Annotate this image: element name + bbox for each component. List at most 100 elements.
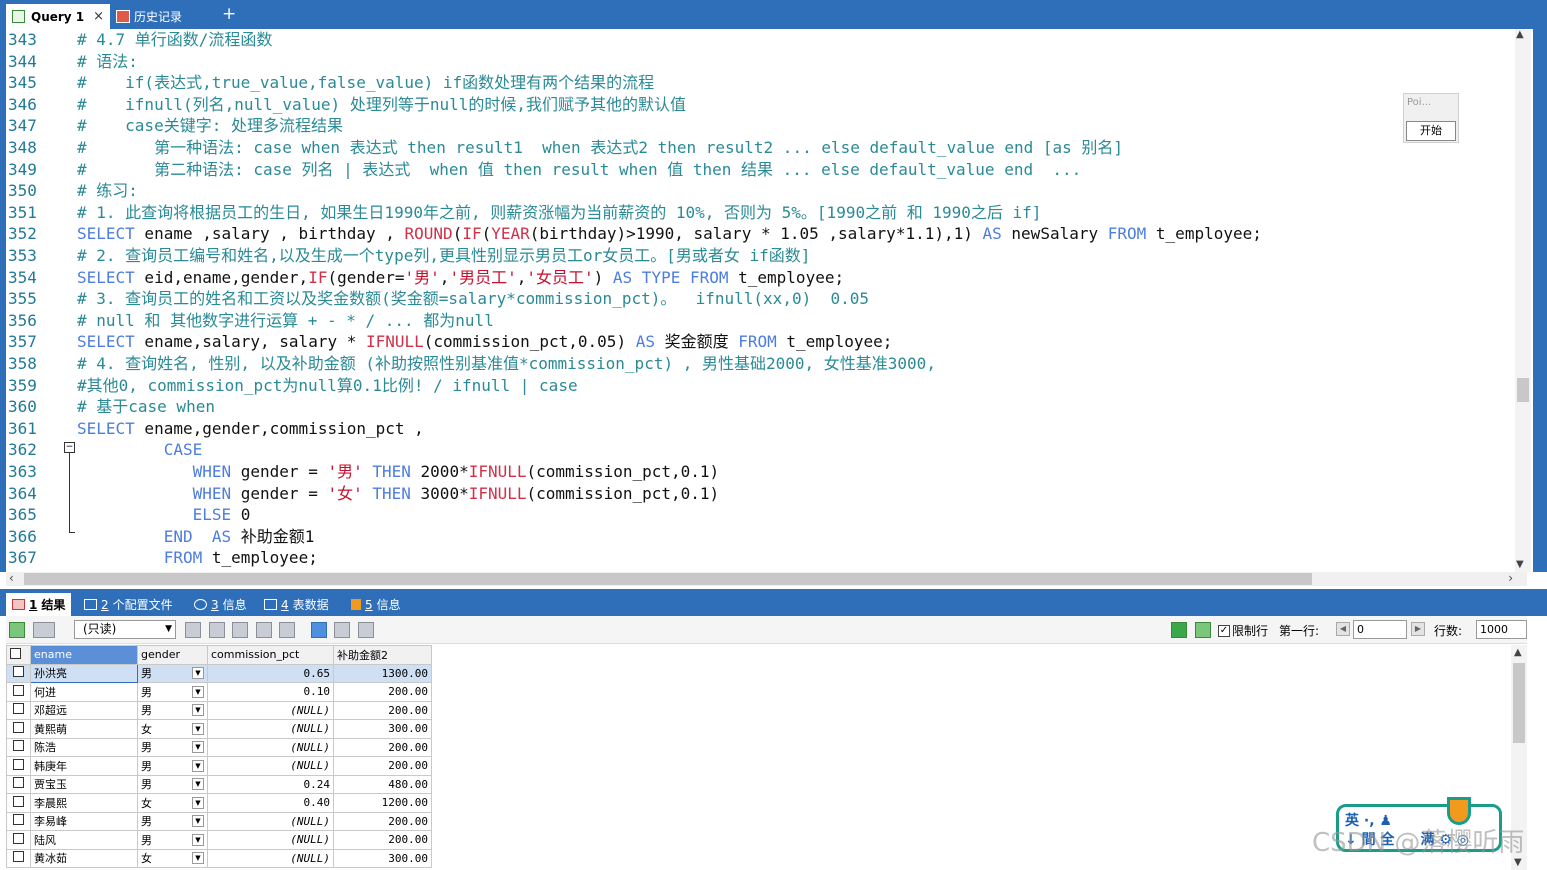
horizontal-scroll-thumb[interactable]: [24, 573, 1312, 585]
chevron-down-icon[interactable]: ▼: [192, 741, 204, 754]
cell-gender[interactable]: 男 ▼: [137, 811, 208, 831]
tab-query-1[interactable]: Query 1 ×: [6, 4, 110, 29]
code-line[interactable]: 361 SELECT ename,gender,commission_pct ,: [8, 418, 424, 440]
row-checkbox[interactable]: [6, 774, 31, 794]
cell-subsidy[interactable]: 200.00: [333, 682, 432, 702]
code-line[interactable]: 362 CASE: [8, 439, 202, 461]
code-line[interactable]: 349 # 第二种语法: case 列名 | 表达式 when 值 then re…: [8, 159, 1081, 181]
chevron-down-icon[interactable]: ▼: [192, 667, 204, 680]
editor-vertical-scrollbar[interactable]: ▲ ▼: [1515, 29, 1531, 572]
table-row[interactable]: 韩庚年男 ▼ (NULL) 200.00: [6, 756, 432, 776]
column-header-commission-pct[interactable]: commission_pct: [207, 645, 334, 665]
cell-gender[interactable]: 女 ▼: [137, 719, 208, 739]
chevron-down-icon[interactable]: ▼: [192, 833, 204, 846]
table-row[interactable]: 孙洪亮男 ▼ 0.65 1300.00: [6, 663, 432, 683]
cell-subsidy[interactable]: 300.00: [333, 848, 432, 868]
code-line[interactable]: 355 # 3. 查询员工的姓名和工资以及奖金数额(奖金额=salary*comm…: [8, 288, 869, 310]
cell-gender[interactable]: 男 ▼: [137, 830, 208, 850]
code-line[interactable]: 350 # 练习:: [8, 180, 138, 202]
cell-ename[interactable]: 黄冰茹: [30, 848, 138, 868]
cell-subsidy[interactable]: 300.00: [333, 719, 432, 739]
cell-ename[interactable]: 陈浩: [30, 737, 138, 757]
tab-history[interactable]: 历史记录: [116, 6, 182, 26]
cell-ename[interactable]: 李易峰: [30, 811, 138, 831]
first-row-input[interactable]: 0: [1353, 620, 1407, 639]
code-line[interactable]: 348 # 第一种语法: case when 表达式 then result1 w…: [8, 137, 1123, 159]
column-header-gender[interactable]: gender: [137, 645, 208, 665]
duplicate-row-icon[interactable]: [209, 622, 225, 638]
tab-table-data[interactable]: 4 表数据: [264, 593, 329, 616]
limit-rows-checkbox[interactable]: ✓ 限制行: [1218, 622, 1268, 639]
row-checkbox[interactable]: [6, 793, 31, 813]
table-row[interactable]: 何进男 ▼ 0.10 200.00: [6, 682, 432, 702]
cell-ename[interactable]: 贾宝玉: [30, 774, 138, 794]
code-line[interactable]: 357 SELECT ename,salary, salary * IFNULL(…: [8, 331, 892, 353]
cell-commission-pct[interactable]: (NULL): [207, 830, 334, 850]
cell-commission-pct[interactable]: (NULL): [207, 737, 334, 757]
table-row[interactable]: 李易峰男 ▼ (NULL) 200.00: [6, 811, 432, 831]
cell-subsidy[interactable]: 1300.00: [333, 663, 432, 683]
table-row[interactable]: 李晨熙女 ▼ 0.40 1200.00: [6, 793, 432, 813]
chevron-down-icon[interactable]: ▼: [192, 815, 204, 828]
profiler-start-button[interactable]: 开始: [1406, 121, 1456, 141]
scroll-up-icon[interactable]: ▲: [1514, 647, 1522, 658]
checkbox-checked-icon[interactable]: ✓: [1218, 624, 1230, 637]
tab-info-2[interactable]: 5 信息: [351, 593, 401, 616]
row-count-input[interactable]: 1000: [1476, 620, 1527, 639]
code-line[interactable]: 365 ELSE 0: [8, 504, 250, 526]
chevron-down-icon[interactable]: ▼: [192, 685, 204, 698]
scroll-down-icon[interactable]: ▼: [1516, 559, 1524, 570]
text-view-icon[interactable]: [358, 622, 374, 638]
cell-commission-pct[interactable]: (NULL): [207, 756, 334, 776]
code-line[interactable]: 347 # case关键字: 处理多流程结果: [8, 115, 343, 137]
chevron-down-icon[interactable]: ▼: [192, 722, 204, 735]
refresh-results-icon[interactable]: [9, 622, 25, 638]
code-line[interactable]: 367 FROM t_employee;: [8, 547, 318, 569]
row-checkbox[interactable]: [6, 700, 31, 720]
column-header-ename[interactable]: ename: [30, 645, 138, 665]
cell-subsidy[interactable]: 200.00: [333, 737, 432, 757]
cell-gender[interactable]: 男 ▼: [137, 682, 208, 702]
filter-icon[interactable]: [1171, 622, 1187, 638]
scroll-right-icon[interactable]: ›: [1508, 571, 1513, 585]
table-row[interactable]: 陆风男 ▼ (NULL) 200.00: [6, 830, 432, 850]
code-line[interactable]: 344 # 语法:: [8, 51, 138, 73]
cell-gender[interactable]: 女 ▼: [137, 793, 208, 813]
row-checkbox[interactable]: [6, 830, 31, 850]
cell-ename[interactable]: 韩庚年: [30, 756, 138, 776]
select-all-checkbox[interactable]: [6, 645, 31, 665]
chevron-down-icon[interactable]: ▼: [192, 796, 204, 809]
cell-subsidy[interactable]: 1200.00: [333, 793, 432, 813]
table-row[interactable]: 邓超远男 ▼ (NULL) 200.00: [6, 700, 432, 720]
cell-gender[interactable]: 男 ▼: [137, 774, 208, 794]
export-dropdown-icon[interactable]: [33, 622, 55, 638]
chevron-down-icon[interactable]: ▼: [192, 852, 204, 865]
tab-result[interactable]: 1 结果: [6, 593, 72, 616]
cell-ename[interactable]: 邓超远: [30, 700, 138, 720]
tab-profile[interactable]: 2 个配置文件: [84, 593, 173, 616]
cell-subsidy[interactable]: 200.00: [333, 830, 432, 850]
code-line[interactable]: 363 WHEN gender = '男' THEN 2000*IFNULL(c…: [8, 461, 719, 483]
save-icon[interactable]: [232, 622, 248, 638]
cell-gender[interactable]: 男 ▼: [137, 737, 208, 757]
code-line[interactable]: 364 WHEN gender = '女' THEN 3000*IFNULL(c…: [8, 483, 719, 505]
form-view-icon[interactable]: [334, 622, 350, 638]
cell-commission-pct[interactable]: 0.10: [207, 682, 334, 702]
add-tab-button[interactable]: +: [222, 4, 236, 24]
cell-commission-pct[interactable]: 0.65: [207, 663, 334, 683]
cell-gender[interactable]: 男 ▼: [137, 663, 208, 683]
chevron-down-icon[interactable]: ▼: [192, 704, 204, 717]
code-line[interactable]: 352 SELECT ename ,salary , birthday , ROU…: [8, 223, 1262, 245]
cell-commission-pct[interactable]: 0.40: [207, 793, 334, 813]
row-checkbox[interactable]: [6, 682, 31, 702]
cell-gender[interactable]: 女 ▼: [137, 848, 208, 868]
prev-page-icon[interactable]: ◀: [1336, 622, 1350, 636]
code-line[interactable]: 346 # ifnull(列名,null_value) 处理列等于null的时候,…: [8, 94, 686, 116]
cell-commission-pct[interactable]: (NULL): [207, 848, 334, 868]
chevron-down-icon[interactable]: ▼: [192, 759, 204, 772]
chevron-down-icon[interactable]: ▼: [192, 778, 204, 791]
row-checkbox[interactable]: [6, 811, 31, 831]
code-line[interactable]: 351 # 1. 此查询将根据员工的生日, 如果生日1990年之前, 则薪资涨幅为…: [8, 202, 1041, 224]
code-line[interactable]: 356 # null 和 其他数字进行运算 + - * / ... 都为null: [8, 310, 494, 332]
cell-subsidy[interactable]: 200.00: [333, 811, 432, 831]
